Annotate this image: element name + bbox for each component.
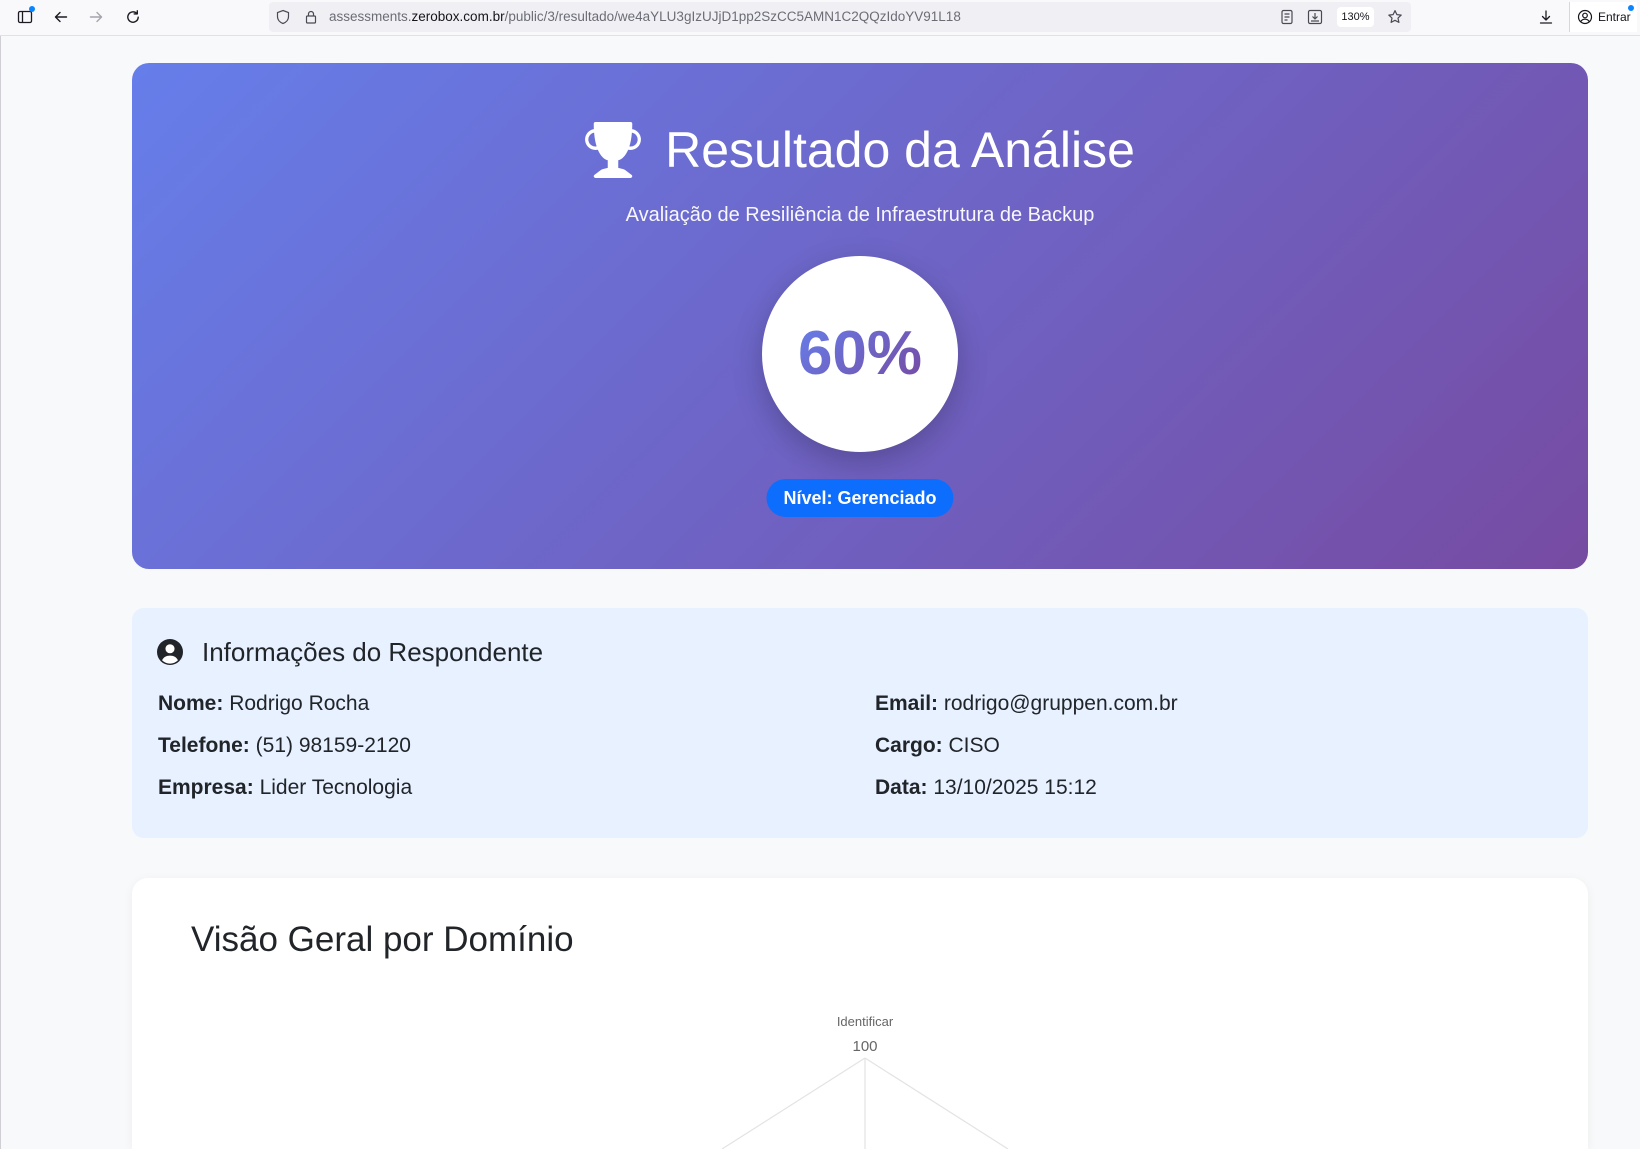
- url-path: /public/3/resultado/we4aYLU3gIzUJjD1pp2S…: [504, 9, 961, 24]
- respondent-left-column: Nome: Rodrigo Rocha Telefone: (51) 98159…: [158, 692, 412, 818]
- url-text[interactable]: assessments.zerobox.com.br/public/3/resu…: [329, 2, 961, 32]
- respondent-field-company: Empresa: Lider Tecnologia: [158, 776, 412, 818]
- reader-view-icon[interactable]: [1279, 9, 1295, 25]
- browser-window: assessments.zerobox.com.br/public/3/resu…: [0, 0, 1640, 1149]
- respondent-field-date: Data: 13/10/2025 15:12: [875, 776, 1178, 818]
- field-value: (51) 98159-2120: [255, 734, 411, 757]
- save-page-icon[interactable]: [1307, 9, 1323, 25]
- sidebar-button[interactable]: [11, 2, 39, 32]
- url-domain: zerobox.com.br: [411, 9, 505, 24]
- shield-icon[interactable]: [275, 9, 291, 25]
- score-value: 60%: [797, 319, 923, 388]
- forward-arrow-icon: [89, 11, 103, 23]
- respondent-field-phone: Telefone: (51) 98159-2120: [158, 734, 412, 776]
- reload-icon: [127, 10, 139, 23]
- back-arrow-icon: [54, 11, 68, 23]
- score-circle: 60%: [762, 256, 958, 452]
- maturity-level-badge: Nível: Gerenciado: [766, 479, 954, 517]
- respondent-card: Informações do Respondente Nome: Rodrigo…: [132, 608, 1588, 838]
- respondent-card-title: Informações do Respondente: [202, 637, 544, 667]
- page-title: Resultado da Análise: [665, 122, 1135, 178]
- download-icon: [1539, 10, 1553, 24]
- account-icon: [1577, 9, 1593, 25]
- forward-button[interactable]: [82, 2, 110, 32]
- account-button-label: Entrar: [1598, 10, 1631, 24]
- url-prefix: assessments.: [329, 9, 412, 24]
- field-label: Empresa:: [158, 776, 254, 799]
- notification-dot: [1628, 5, 1634, 11]
- field-label: Cargo:: [875, 734, 943, 757]
- notification-dot: [29, 6, 35, 12]
- field-label: Telefone:: [158, 734, 250, 757]
- respondent-field-email: Email: rodrigo@gruppen.com.br: [875, 692, 1178, 734]
- radar-grid-line: [721, 1057, 866, 1149]
- hero-title-row: Resultado da Análise: [132, 120, 1588, 180]
- trophy-icon: [585, 122, 642, 178]
- back-button[interactable]: [47, 2, 75, 32]
- star-icon[interactable]: [1387, 9, 1403, 25]
- field-value: Lider Tecnologia: [259, 776, 413, 799]
- respondent-field-role: Cargo: CISO: [875, 734, 1178, 776]
- radar-tick-label: 100: [852, 1038, 877, 1055]
- domain-overview-card: Visão Geral por Domínio Identificar 100: [132, 878, 1588, 1149]
- respondent-field-name: Nome: Rodrigo Rocha: [158, 692, 412, 734]
- lock-icon[interactable]: [303, 9, 319, 25]
- field-value: 13/10/2025 15:12: [933, 776, 1097, 799]
- respondent-right-column: Email: rodrigo@gruppen.com.br Cargo: CIS…: [875, 692, 1178, 818]
- result-hero-card: Resultado da Análise Avaliação de Resili…: [132, 63, 1588, 569]
- field-value: rodrigo@gruppen.com.br: [943, 692, 1178, 715]
- field-label: Data:: [875, 776, 928, 799]
- address-bar[interactable]: assessments.zerobox.com.br/public/3/resu…: [269, 2, 1411, 32]
- field-label: Email:: [875, 692, 939, 715]
- radar-grid-line: [864, 1057, 1009, 1149]
- browser-toolbar: assessments.zerobox.com.br/public/3/resu…: [0, 0, 1640, 36]
- account-button[interactable]: Entrar: [1569, 2, 1637, 32]
- reload-button[interactable]: [119, 2, 147, 32]
- field-label: Nome:: [158, 692, 224, 715]
- downloads-button[interactable]: [1532, 2, 1560, 32]
- window-edge: [0, 36, 1, 1149]
- page-subtitle: Avaliação de Resiliência de Infraestrutu…: [625, 204, 1095, 226]
- field-value: Rodrigo Rocha: [229, 692, 370, 715]
- radar-chart: Identificar 100: [721, 1014, 1009, 1149]
- radar-axis-label: Identificar: [837, 1014, 894, 1029]
- person-circle-icon: [157, 639, 183, 665]
- zoom-level-badge[interactable]: 130%: [1337, 7, 1374, 27]
- field-value: CISO: [948, 734, 1000, 757]
